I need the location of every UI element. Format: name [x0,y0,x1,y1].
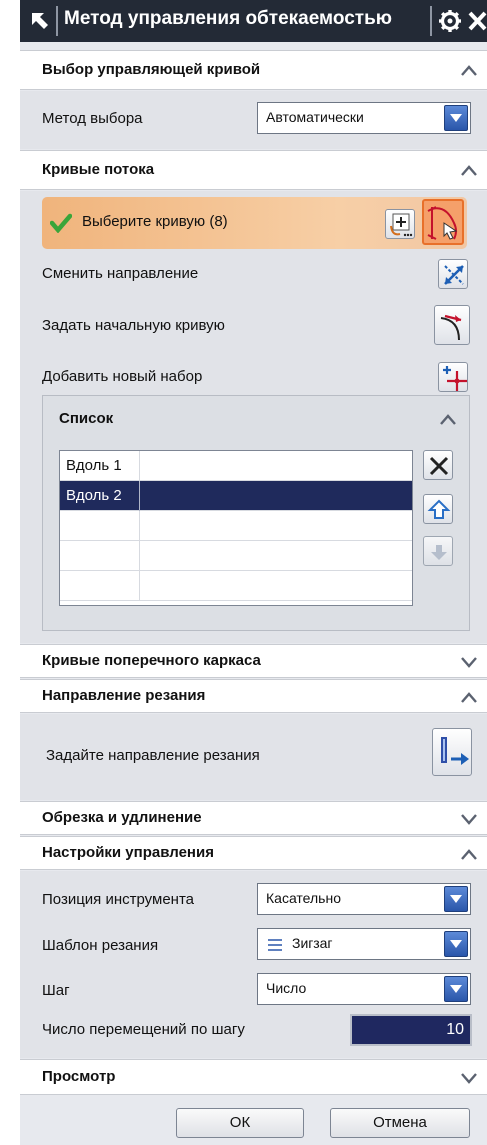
cut-direction-button[interactable] [432,728,472,776]
list-item[interactable] [60,511,412,541]
chevron-up-icon[interactable] [439,413,457,425]
change-direction-button[interactable] [438,259,468,289]
zigzag-pattern-icon [268,939,282,951]
section-header-drive-settings[interactable]: Настройки управления [20,836,487,870]
chevron-down-icon [450,985,462,993]
dropdown-button[interactable] [444,105,468,131]
set-start-curve-label: Задать начальную кривую [42,317,225,334]
chevron-down-icon[interactable] [460,656,478,668]
cut-direction-icon [441,737,469,765]
add-set-icon [443,366,467,391]
chevron-up-icon[interactable] [460,164,478,176]
title-bar: Метод управления обтекаемостью [20,0,487,42]
chevron-up-icon[interactable] [460,848,478,860]
title-separator [430,6,432,36]
chevron-down-icon[interactable] [460,1072,478,1084]
num-stepovers-label: Число перемещений по шагу [42,1021,245,1038]
add-new-set-button[interactable] [438,362,468,392]
list-item[interactable] [60,541,412,571]
close-icon[interactable] [468,11,487,31]
list-item[interactable] [60,571,412,601]
section-title: Просмотр [42,1068,116,1085]
delete-button[interactable] [423,450,453,480]
chevron-up-icon[interactable] [460,691,478,703]
section-body-cut-direction: Задайте направление резания [20,714,487,800]
curve-plus-icon [390,213,413,237]
dropdown-button[interactable] [444,886,468,912]
stepover-label: Шаг [42,982,70,999]
section-header-cut-direction[interactable]: Направление резания [20,679,487,713]
cancel-button[interactable]: Отмена [330,1108,470,1138]
section-title: Кривые потока [42,161,155,178]
num-stepovers-input[interactable]: 10 [350,1014,472,1046]
title-separator [56,6,58,36]
curve-selector-button[interactable] [422,199,464,245]
section-header-cross-curves[interactable]: Кривые поперечного каркаса [20,644,487,678]
list-title: Список [59,410,114,427]
chevron-down-icon [450,895,462,903]
arrow-up-icon [427,499,451,519]
section-title: Обрезка и удлинение [42,809,202,826]
list-item-label: Вдоль 2 [66,487,122,504]
list-item[interactable]: Вдоль 1 [60,451,412,481]
method-label: Метод выбора [42,110,143,127]
dropdown-value: Автоматически [266,109,364,125]
close-icon [429,456,449,476]
add-new-set-label: Добавить новый набор [42,368,203,385]
gear-icon[interactable] [438,9,462,33]
chevron-up-icon[interactable] [460,64,478,76]
dialog-window: Метод управления обтекаемостью Выбор упр… [20,0,487,1145]
reset-arrow-icon[interactable] [26,7,54,35]
stepover-dropdown[interactable]: Число [257,973,471,1005]
list-item-label: Вдоль 1 [66,457,122,474]
list-subsection: Список Вдоль 1 Вдоль 2 [42,395,470,631]
chevron-down-icon [450,114,462,122]
list-item-selected[interactable]: Вдоль 2 [60,481,412,511]
section-title: Выбор управляющей кривой [42,61,261,78]
num-stepovers-value: 10 [446,1021,464,1038]
specify-cut-direction-label: Задайте направление резания [46,747,260,764]
section-header-curve-select[interactable]: Выбор управляющей кривой [20,50,487,90]
change-direction-label: Сменить направление [42,265,199,282]
section-header-preview[interactable]: Просмотр [20,1059,487,1095]
section-header-flow-curves[interactable]: Кривые потока [20,150,487,190]
tool-position-dropdown[interactable]: Касательно [257,883,471,915]
add-curve-button[interactable] [385,209,415,239]
arrow-down-icon [431,545,447,560]
window-title: Метод управления обтекаемостью [64,8,392,29]
set-start-curve-button[interactable] [434,305,470,345]
select-curve-row[interactable]: Выберите кривую (8) [42,197,467,249]
section-body-drive-settings: Позиция инструмента Касательно Шаблон ре… [20,871,487,1058]
select-curve-label: Выберите кривую (8) [82,213,228,230]
checkmark-icon [50,213,72,233]
reverse-direction-icon [444,265,464,285]
section-title: Кривые поперечного каркаса [42,652,261,669]
set-list[interactable]: Вдоль 1 Вдоль 2 [59,450,413,606]
section-body-curve-select: Метод выбора Автоматически [20,91,487,149]
move-down-button[interactable] [423,536,453,566]
dropdown-button[interactable] [444,976,468,1002]
dropdown-value: Касательно [266,890,341,906]
tool-position-label: Позиция инструмента [42,891,194,908]
ok-button[interactable]: ОК [176,1108,304,1138]
dropdown-value: Число [266,980,307,996]
start-curve-icon [440,314,462,341]
chevron-down-icon [450,940,462,948]
cut-pattern-dropdown[interactable]: Зигзаг [257,928,471,960]
section-title: Настройки управления [42,844,214,861]
curve-select-icon [427,206,458,240]
list-header[interactable]: Список [43,396,469,442]
move-up-button[interactable] [423,494,453,524]
cut-pattern-label: Шаблон резания [42,937,159,954]
section-title: Направление резания [42,687,206,704]
chevron-down-icon[interactable] [460,813,478,825]
section-header-trim-extend[interactable]: Обрезка и удлинение [20,801,487,835]
method-dropdown[interactable]: Автоматически [257,102,471,134]
dropdown-button[interactable] [444,931,468,957]
dropdown-value: Зигзаг [292,935,333,951]
